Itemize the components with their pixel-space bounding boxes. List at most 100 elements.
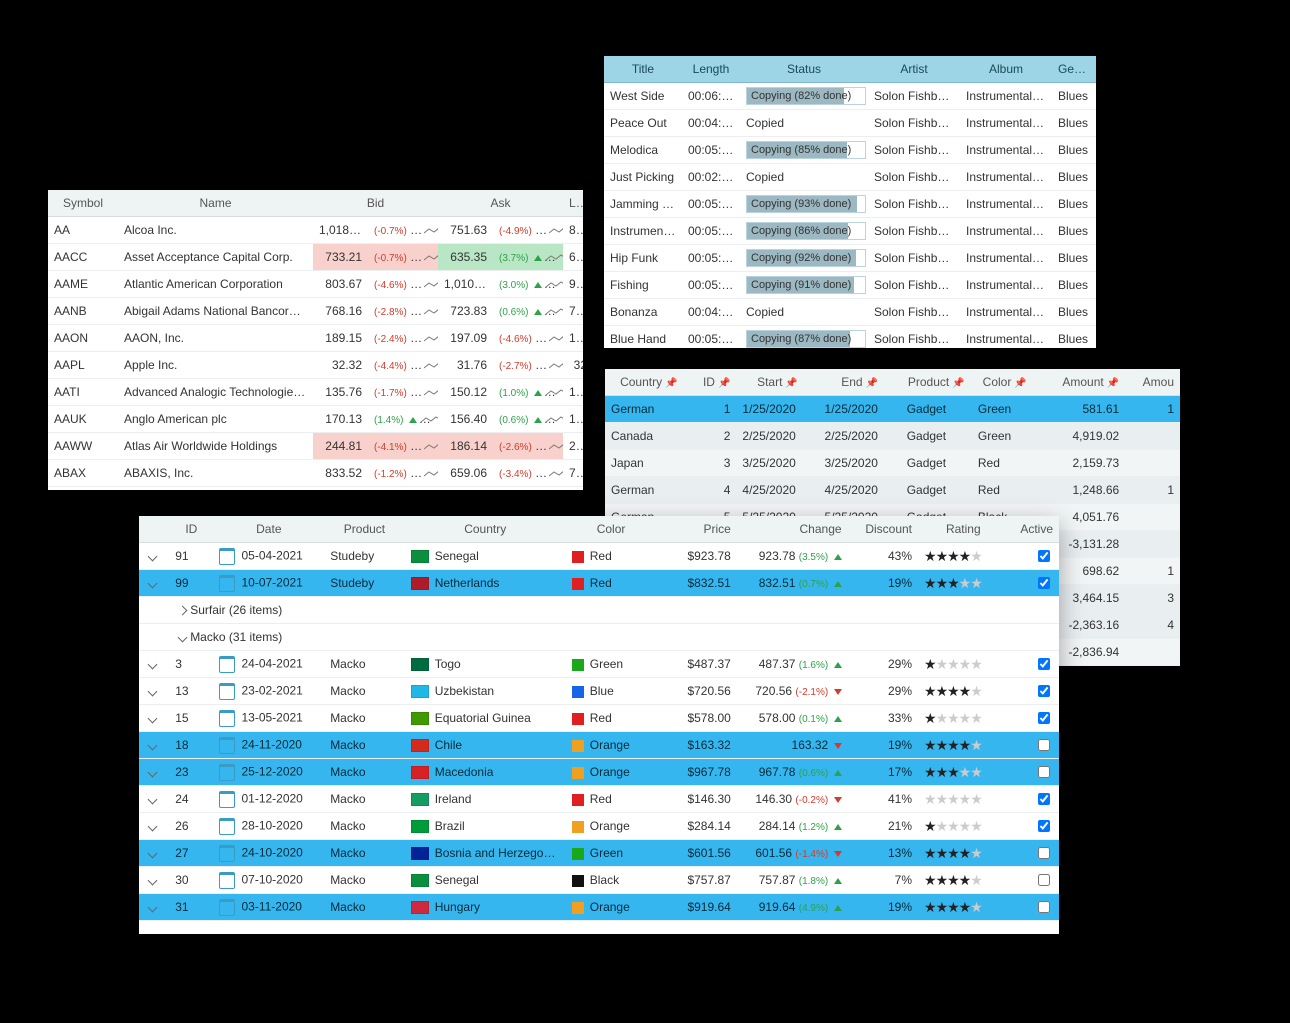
table-row[interactable]: 3103-11-2020MackoHungaryOrange$919.64919…: [139, 894, 1059, 921]
table-row[interactable]: German11/25/20201/25/2020GadgetGreen581.…: [605, 396, 1180, 423]
music-table[interactable]: Title Length Status Artist Album Genre W…: [604, 56, 1096, 348]
table-row[interactable]: Melodica00:05:58Copying (85% done)Solon …: [604, 137, 1096, 164]
table-row[interactable]: 9910-07-2021StudebyNetherlandsRed$832.51…: [139, 570, 1059, 597]
table-row[interactable]: 324-04-2021MackoTogoGreen$487.37487.37 (…: [139, 651, 1059, 678]
table-row[interactable]: AAMEAtlantic American Corporation803.67(…: [48, 271, 583, 298]
col-end[interactable]: End📌: [819, 369, 901, 396]
col-name[interactable]: Name: [118, 190, 313, 217]
col-last[interactable]: Last: [563, 190, 583, 217]
group-row[interactable]: Surfair (26 items): [139, 597, 1059, 624]
col-active[interactable]: Active: [1009, 516, 1059, 543]
col-id[interactable]: ID: [169, 516, 213, 543]
table-row[interactable]: Japan33/25/20203/25/2020GadgetRed2,159.7…: [605, 450, 1180, 477]
col-status[interactable]: Status: [740, 56, 868, 83]
table-row[interactable]: 2724-10-2020MackoBosnia and HerzegovinaG…: [139, 840, 1059, 867]
col-color[interactable]: Color: [566, 516, 657, 543]
col-country[interactable]: Country: [405, 516, 566, 543]
expand-toggle[interactable]: [139, 678, 169, 705]
expand-toggle[interactable]: [139, 759, 169, 786]
col-start[interactable]: Start📌: [736, 369, 818, 396]
col-rating[interactable]: Rating: [918, 516, 1009, 543]
table-row[interactable]: 2325-12-2020MackoMacedoniaOrange$967.789…: [139, 759, 1059, 786]
col-change[interactable]: Change: [737, 516, 848, 543]
col-amount[interactable]: Amount📌: [1038, 369, 1126, 396]
col-album[interactable]: Album: [960, 56, 1052, 83]
col-title[interactable]: Title: [604, 56, 682, 83]
table-row[interactable]: AAAlcoa Inc.1,018.96(-0.7%) 751.63(-4.9%…: [48, 217, 583, 244]
cell-id: 99: [169, 570, 213, 597]
cell-artist: Solon Fishbone: [868, 164, 960, 191]
col-discount[interactable]: Discount: [848, 516, 918, 543]
expand-toggle[interactable]: [139, 786, 169, 813]
col-product[interactable]: Product: [324, 516, 405, 543]
active-checkbox[interactable]: [1038, 901, 1050, 913]
table-row[interactable]: 2628-10-2020MackoBrazilOrange$284.14284.…: [139, 813, 1059, 840]
cell-date: 07-10-2020: [213, 867, 324, 894]
expand-toggle[interactable]: [139, 732, 169, 759]
table-row[interactable]: 1824-11-2020MackoChileOrange$163.32163.3…: [139, 732, 1059, 759]
table-row[interactable]: Hip Funk00:05:33Copying (92% done)Solon …: [604, 245, 1096, 272]
stocks-table[interactable]: Symbol Name Bid Ask Last AAAlcoa Inc.1,0…: [48, 190, 583, 487]
table-row[interactable]: AANBAbigail Adams National Bancorp, Inc7…: [48, 298, 583, 325]
expand-toggle[interactable]: [139, 813, 169, 840]
col-length[interactable]: Length: [682, 56, 740, 83]
expand-toggle[interactable]: [139, 840, 169, 867]
table-row[interactable]: 1323-02-2021MackoUzbekistanBlue$720.5672…: [139, 678, 1059, 705]
table-row[interactable]: Canada22/25/20202/25/2020GadgetGreen4,91…: [605, 423, 1180, 450]
active-checkbox[interactable]: [1038, 739, 1050, 751]
expand-toggle[interactable]: [139, 570, 169, 597]
cell-symbol: AATI: [48, 379, 118, 406]
col-country[interactable]: Country📌: [605, 369, 693, 396]
table-row[interactable]: Bonanza00:04:50CopiedSolon FishboneInstr…: [604, 299, 1096, 326]
table-row[interactable]: AAONAAON, Inc.189.15(-2.4%) 197.09(-4.6%…: [48, 325, 583, 352]
active-checkbox[interactable]: [1038, 577, 1050, 589]
active-checkbox[interactable]: [1038, 874, 1050, 886]
cell-color: Red: [566, 570, 657, 597]
col-ask[interactable]: Ask: [438, 190, 563, 217]
table-row[interactable]: AAWWAtlas Air Worldwide Holdings244.81(-…: [48, 433, 583, 460]
active-checkbox[interactable]: [1038, 550, 1050, 562]
expand-toggle[interactable]: [139, 543, 169, 570]
active-checkbox[interactable]: [1038, 820, 1050, 832]
table-row[interactable]: AACCAsset Acceptance Capital Corp.733.21…: [48, 244, 583, 271]
col-date[interactable]: Date: [213, 516, 324, 543]
table-row[interactable]: Jamming in C00:05:28Copying (93% done)So…: [604, 191, 1096, 218]
expand-toggle[interactable]: [139, 894, 169, 921]
table-row[interactable]: West Side00:06:12Copying (82% done)Solon…: [604, 83, 1096, 110]
table-row[interactable]: Blue Hand00:05:50Copying (87% done)Solon…: [604, 326, 1096, 349]
table-row[interactable]: ABAXABAXIS, Inc.833.52(-1.2%) 659.06(-3.…: [48, 460, 583, 487]
table-row[interactable]: 3007-10-2020MackoSenegalBlack$757.87757.…: [139, 867, 1059, 894]
col-price[interactable]: Price: [656, 516, 737, 543]
table-row[interactable]: 9105-04-2021StudebySenegalRed$923.78923.…: [139, 543, 1059, 570]
table-row[interactable]: Fishing00:05:36Copying (91% done)Solon F…: [604, 272, 1096, 299]
table-row[interactable]: German44/25/20204/25/2020GadgetRed1,248.…: [605, 477, 1180, 504]
cell-genre: Blues: [1052, 164, 1096, 191]
table-row[interactable]: AAUKAnglo American plc170.13(1.4%) 156.4…: [48, 406, 583, 433]
group-row[interactable]: Macko (31 items): [139, 624, 1059, 651]
table-row[interactable]: Peace Out00:04:49CopiedSolon FishboneIns…: [604, 110, 1096, 137]
active-checkbox[interactable]: [1038, 847, 1050, 859]
table-row[interactable]: Instrumental Moo00:05:54Copying (86% don…: [604, 218, 1096, 245]
col-color[interactable]: Color📌: [972, 369, 1038, 396]
table-row[interactable]: Just Picking00:02:14CopiedSolon Fishbone…: [604, 164, 1096, 191]
active-checkbox[interactable]: [1038, 712, 1050, 724]
active-checkbox[interactable]: [1038, 793, 1050, 805]
col-symbol[interactable]: Symbol: [48, 190, 118, 217]
active-checkbox[interactable]: [1038, 766, 1050, 778]
expand-toggle[interactable]: [139, 705, 169, 732]
col-bid[interactable]: Bid: [313, 190, 438, 217]
table-row[interactable]: 2401-12-2020MackoIrelandRed$146.30146.30…: [139, 786, 1059, 813]
orders-table[interactable]: ID Date Product Country Color Price Chan…: [139, 516, 1059, 921]
table-row[interactable]: AAPLApple Inc.32.32(-4.4%) 31.76(-2.7%) …: [48, 352, 583, 379]
table-row[interactable]: 1513-05-2021MackoEquatorial GuineaRed$57…: [139, 705, 1059, 732]
col-product[interactable]: Product📌: [901, 369, 972, 396]
expand-toggle[interactable]: [139, 651, 169, 678]
col-amount2[interactable]: Amou: [1125, 369, 1180, 396]
col-artist[interactable]: Artist: [868, 56, 960, 83]
active-checkbox[interactable]: [1038, 685, 1050, 697]
table-row[interactable]: AATIAdvanced Analogic Technologies, Inc1…: [48, 379, 583, 406]
col-genre[interactable]: Genre: [1052, 56, 1096, 83]
col-id[interactable]: ID📌: [693, 369, 737, 396]
expand-toggle[interactable]: [139, 867, 169, 894]
active-checkbox[interactable]: [1038, 658, 1050, 670]
